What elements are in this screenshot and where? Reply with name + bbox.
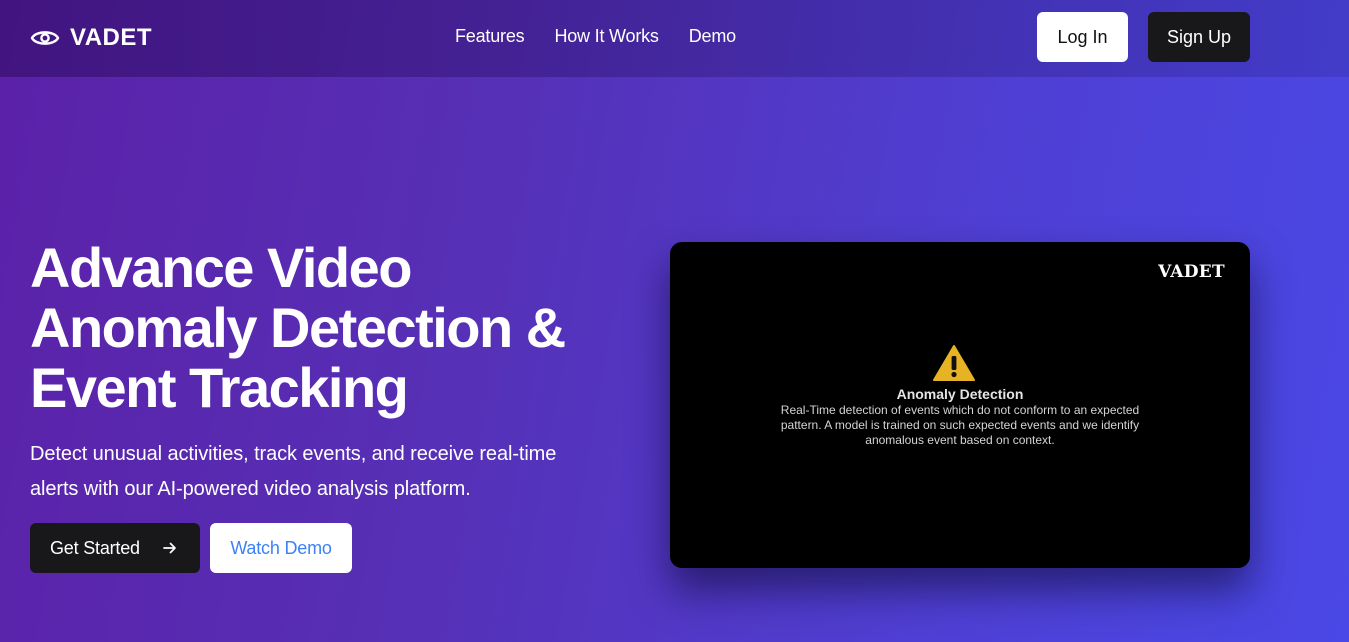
hero-title-line: Anomaly Detection & xyxy=(30,296,566,359)
hero-subtitle-line: alerts with our AI-powered video analysi… xyxy=(30,478,471,500)
anomaly-heading: Anomaly Detection xyxy=(896,386,1024,402)
anomaly-description: Real-Time detection of events which do n… xyxy=(755,403,1165,448)
anomaly-description-line: Real-Time detection of events which do n… xyxy=(780,403,1140,417)
signup-button[interactable]: Sign Up xyxy=(1148,12,1250,62)
nav-links: Features How It Works Demo xyxy=(455,26,736,47)
brand-logo[interactable]: VADET xyxy=(30,24,152,52)
hero-subtitle-line: Detect unusual activities, track events,… xyxy=(30,443,557,465)
anomaly-description-line: anomalous event based on context. xyxy=(865,433,1055,447)
hero-subtitle: Detect unusual activities, track events,… xyxy=(30,437,590,507)
eye-icon xyxy=(30,31,60,45)
hero-title-line: Event Tracking xyxy=(30,356,409,419)
watch-demo-button[interactable]: Watch Demo xyxy=(210,523,352,573)
nav-link-features[interactable]: Features xyxy=(455,26,525,47)
brand-name: VADET xyxy=(70,24,153,51)
get-started-label: Get Started xyxy=(50,537,140,558)
nav-link-how-it-works[interactable]: How It Works xyxy=(554,26,658,47)
nav-link-demo[interactable]: Demo xyxy=(689,26,736,47)
video-watermark: VADET xyxy=(1158,262,1225,282)
arrow-right-icon xyxy=(163,542,176,554)
login-button[interactable]: Log In xyxy=(1037,12,1128,62)
demo-video-player[interactable]: VADET Anomaly Detection Real-Time detect… xyxy=(670,242,1250,568)
anomaly-description-line: pattern. A model is trained on such expe… xyxy=(780,418,1140,432)
warning-icon xyxy=(933,345,975,381)
hero-title: Advance Video Anomaly Detection & Event … xyxy=(30,238,630,418)
hero-title-line: Advance Video xyxy=(30,236,412,299)
get-started-button[interactable]: Get Started xyxy=(30,523,200,573)
navbar: VADET Features How It Works Demo Log In … xyxy=(0,0,1349,77)
